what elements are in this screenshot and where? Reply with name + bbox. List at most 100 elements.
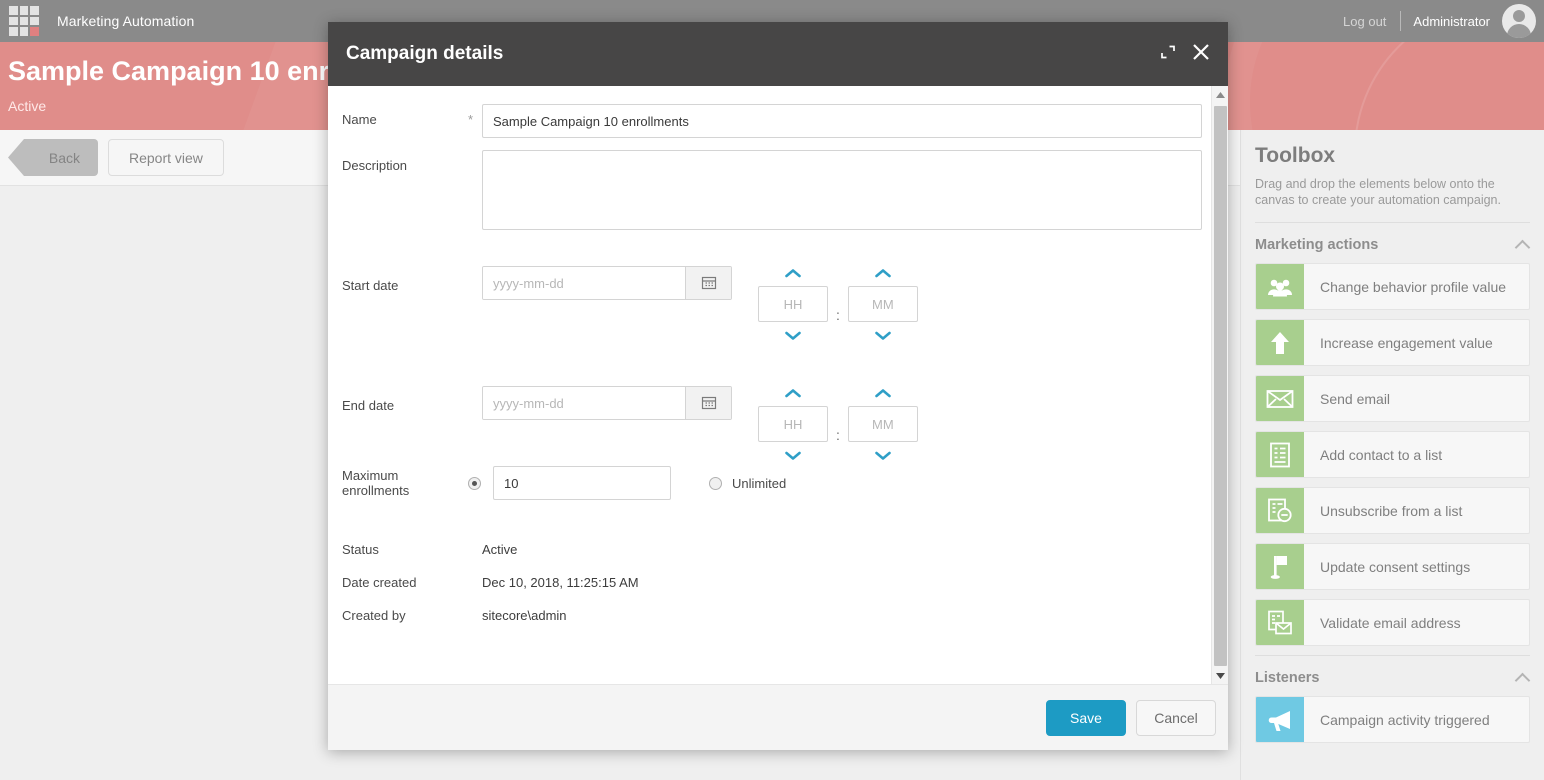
list-remove-icon — [1256, 488, 1304, 533]
toolbox-item-unsubscribe-from-a-list[interactable]: Unsubscribe from a list — [1255, 487, 1530, 534]
chevron-up-icon[interactable] — [872, 386, 894, 400]
start-date-field[interactable] — [482, 266, 732, 300]
toolbox-item-update-consent-settings[interactable]: Update consent settings — [1255, 543, 1530, 590]
toolbox-description: Drag and drop the elements below onto th… — [1255, 177, 1501, 207]
chevron-up-icon[interactable] — [782, 266, 804, 280]
toolbox-section-listeners[interactable]: Listeners — [1255, 656, 1530, 696]
megaphone-icon — [1256, 697, 1304, 742]
chevron-up-icon[interactable] — [782, 386, 804, 400]
field-row-status: Status Active — [342, 542, 1202, 557]
calendar-icon[interactable] — [685, 267, 731, 299]
end-hour-spinner — [758, 386, 828, 462]
name-label: Name — [342, 112, 377, 127]
status-spacer — [468, 542, 482, 550]
date-created-label: Date created — [342, 575, 417, 590]
save-button[interactable]: Save — [1046, 699, 1126, 736]
description-label: Description — [342, 158, 408, 173]
modal-scrollbar[interactable] — [1211, 86, 1228, 684]
toolbox-item-label: Send email — [1320, 390, 1391, 407]
unlimited-option[interactable]: Unlimited — [709, 476, 786, 491]
required-marker: * — [468, 112, 474, 127]
start-minute-spinner — [847, 266, 918, 342]
modal-footer: Save Cancel — [328, 684, 1228, 750]
chevron-down-icon[interactable] — [782, 328, 804, 342]
start-date-input[interactable] — [483, 267, 685, 299]
unlimited-label: Unlimited — [732, 475, 787, 491]
start-hour-spinner — [758, 266, 828, 342]
chevron-down-icon[interactable] — [782, 448, 804, 462]
envelope-icon — [1256, 376, 1304, 421]
campaign-status: Active — [8, 98, 47, 114]
toolbox-item-label: Update consent settings — [1320, 558, 1471, 575]
end-date-group: : — [482, 356, 918, 462]
scroll-up-icon[interactable] — [1212, 86, 1228, 103]
toolbox-item-label: Validate email address — [1320, 614, 1461, 631]
toolbox-item-add-contact-to-a-list[interactable]: Add contact to a list — [1255, 431, 1530, 478]
expand-icon[interactable] — [1160, 44, 1176, 65]
flag-icon — [1256, 544, 1304, 589]
start-hour-input[interactable] — [758, 286, 828, 322]
end-time-separator: : — [836, 427, 840, 443]
toolbox-item-increase-engagement-value[interactable]: Increase engagement value — [1255, 319, 1530, 366]
status-value: Active — [482, 542, 518, 557]
cancel-button[interactable]: Cancel — [1136, 699, 1216, 736]
chevron-down-icon[interactable] — [872, 448, 894, 462]
user-avatar-icon[interactable] — [1502, 4, 1536, 38]
document-envelope-icon — [1256, 600, 1304, 645]
toolbox-item-send-email[interactable]: Send email — [1255, 375, 1530, 422]
maximum-enrollments-input[interactable] — [493, 466, 671, 500]
admin-name[interactable]: Administrator — [1401, 14, 1502, 29]
toolbox-item-label: Unsubscribe from a list — [1320, 502, 1463, 519]
scroll-down-icon[interactable] — [1212, 667, 1228, 684]
campaign-details-form: Name * Description Start date — [328, 86, 1202, 684]
toolbox-item-change-behavior-profile-value[interactable]: Change behavior profile value — [1255, 263, 1530, 310]
toolbox-item-label: Change behavior profile value — [1320, 278, 1507, 295]
field-row-name: Name * — [342, 104, 1202, 138]
chevron-up-icon[interactable] — [1516, 671, 1530, 685]
created-by-value: sitecore\admin — [482, 608, 567, 623]
maximum-enrollments-radio[interactable] — [468, 476, 481, 490]
calendar-icon[interactable] — [685, 387, 731, 419]
start-date-group: : — [482, 236, 918, 342]
toolbox-item-label: Increase engagement value — [1320, 334, 1493, 351]
logout-link[interactable]: Log out — [1329, 14, 1400, 29]
modal-title: Campaign details — [346, 43, 504, 64]
back-button[interactable]: Back — [8, 139, 98, 176]
people-group-icon — [1256, 264, 1304, 309]
description-input[interactable] — [482, 150, 1202, 230]
modal-header-actions — [1160, 41, 1212, 68]
maximum-enrollments-label: Maximum enrollments — [342, 468, 410, 498]
field-row-description: Description — [342, 150, 1202, 230]
toolbox-item-label: Campaign activity triggered — [1320, 711, 1490, 728]
date-created-spacer — [468, 575, 482, 583]
field-row-date-created: Date created Dec 10, 2018, 11:25:15 AM — [342, 575, 1202, 590]
end-date-field[interactable] — [482, 386, 732, 420]
report-view-button[interactable]: Report view — [108, 139, 224, 176]
end-hour-input[interactable] — [758, 406, 828, 442]
field-row-end-date: End date yyyy-mm-dd HH: MM — [342, 356, 1202, 460]
start-minute-input[interactable] — [847, 286, 918, 322]
field-row-created-by: Created by sitecore\admin — [342, 608, 1202, 623]
chevron-up-icon[interactable] — [872, 266, 894, 280]
chevron-up-icon[interactable] — [1516, 238, 1530, 252]
field-row-maximum-enrollments: Maximum enrollments Unlimited — [342, 466, 1202, 500]
end-date-label: End date — [342, 398, 395, 413]
end-minute-spinner — [847, 386, 918, 462]
name-input[interactable] — [482, 104, 1202, 138]
scrollbar-thumb[interactable] — [1214, 106, 1227, 666]
grid-logo-icon[interactable] — [9, 6, 39, 36]
modal-body: Name * Description Start date — [328, 86, 1228, 684]
end-date-input[interactable] — [483, 387, 685, 419]
toolbox-section-marketing-actions[interactable]: Marketing actions — [1255, 223, 1530, 263]
end-date-required-spacer — [468, 356, 482, 364]
end-minute-input[interactable] — [847, 406, 918, 442]
toolbox-item-campaign-activity-triggered[interactable]: Campaign activity triggered — [1255, 696, 1530, 743]
list-document-icon — [1256, 432, 1304, 477]
start-time-separator: : — [836, 307, 840, 323]
unlimited-radio[interactable] — [709, 476, 722, 490]
date-created-value: Dec 10, 2018, 11:25:15 AM — [482, 575, 639, 590]
campaign-details-dialog: Campaign details Name * Sample Campaign … — [328, 22, 1228, 750]
chevron-down-icon[interactable] — [872, 328, 894, 342]
toolbox-item-validate-email-address[interactable]: Validate email address — [1255, 599, 1530, 646]
close-icon[interactable] — [1190, 41, 1212, 68]
